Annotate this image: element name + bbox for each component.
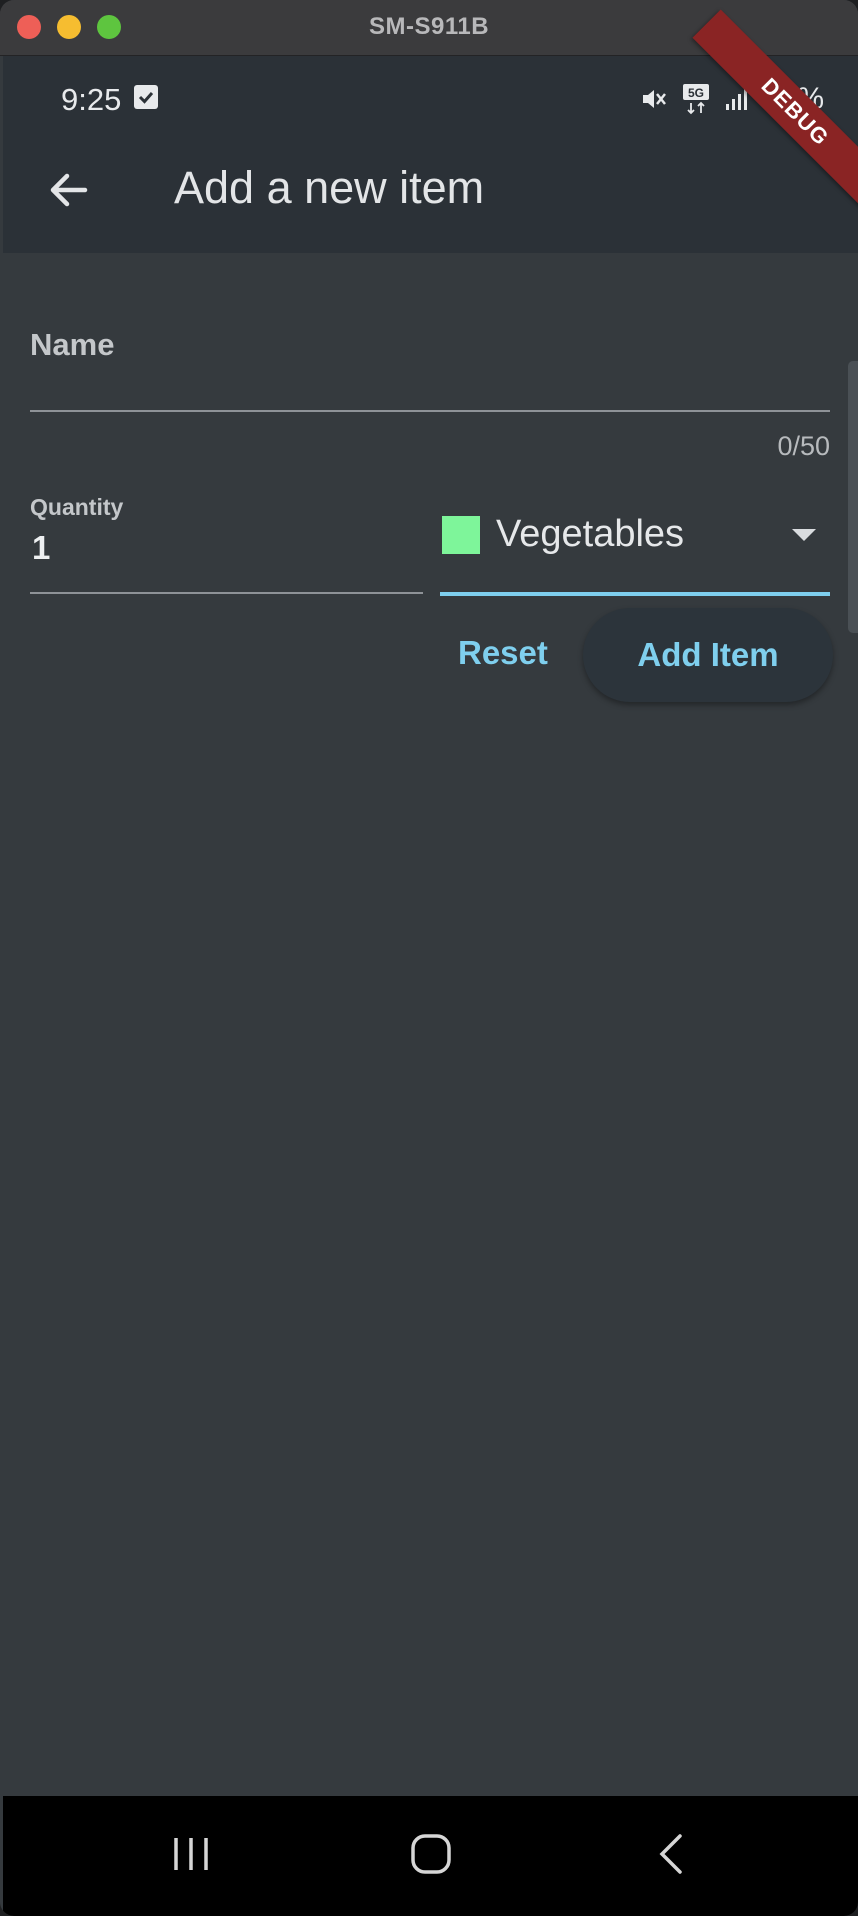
status-time: 9:25: [61, 82, 122, 117]
category-dropdown[interactable]: Vegetables: [440, 513, 830, 596]
app-bar: 9:25 5G 60% Add a new item DEBUG: [3, 9, 858, 253]
mute-icon: [640, 85, 668, 113]
system-nav-bar: [3, 1796, 858, 1916]
category-dropdown-underline: [440, 592, 830, 596]
category-color-swatch: [442, 516, 480, 554]
add-item-button[interactable]: Add Item: [583, 608, 833, 702]
dropdown-arrow-icon: [792, 529, 816, 541]
home-icon[interactable]: [396, 1824, 466, 1884]
recent-apps-icon[interactable]: [156, 1824, 226, 1884]
quantity-input[interactable]: 1: [32, 529, 50, 567]
back-arrow-icon[interactable]: [43, 164, 95, 216]
quantity-field-underline: [30, 592, 423, 594]
reset-button[interactable]: Reset: [458, 634, 548, 672]
name-input[interactable]: [30, 323, 834, 395]
checkbox-notification-icon: [134, 85, 158, 109]
quantity-field-label: Quantity: [30, 494, 124, 520]
5g-icon: 5G: [682, 83, 710, 115]
name-char-counter: 0/50: [777, 431, 830, 461]
category-selected-label: Vegetables: [496, 513, 685, 555]
svg-text:5G: 5G: [688, 86, 704, 100]
scrollbar[interactable]: [848, 361, 858, 633]
page-title: Add a new item: [174, 162, 485, 213]
name-field-underline: [30, 410, 830, 412]
phone-screen: 9:25 5G 60% Add a new item DEBUG: [3, 9, 858, 1916]
form-content: Name 0/50 Quantity 1 Vegetables Reset Ad…: [3, 253, 858, 1795]
nav-back-icon[interactable]: [636, 1824, 706, 1884]
mac-window: SM-S911B 9:25 5G 60%: [0, 0, 858, 1916]
